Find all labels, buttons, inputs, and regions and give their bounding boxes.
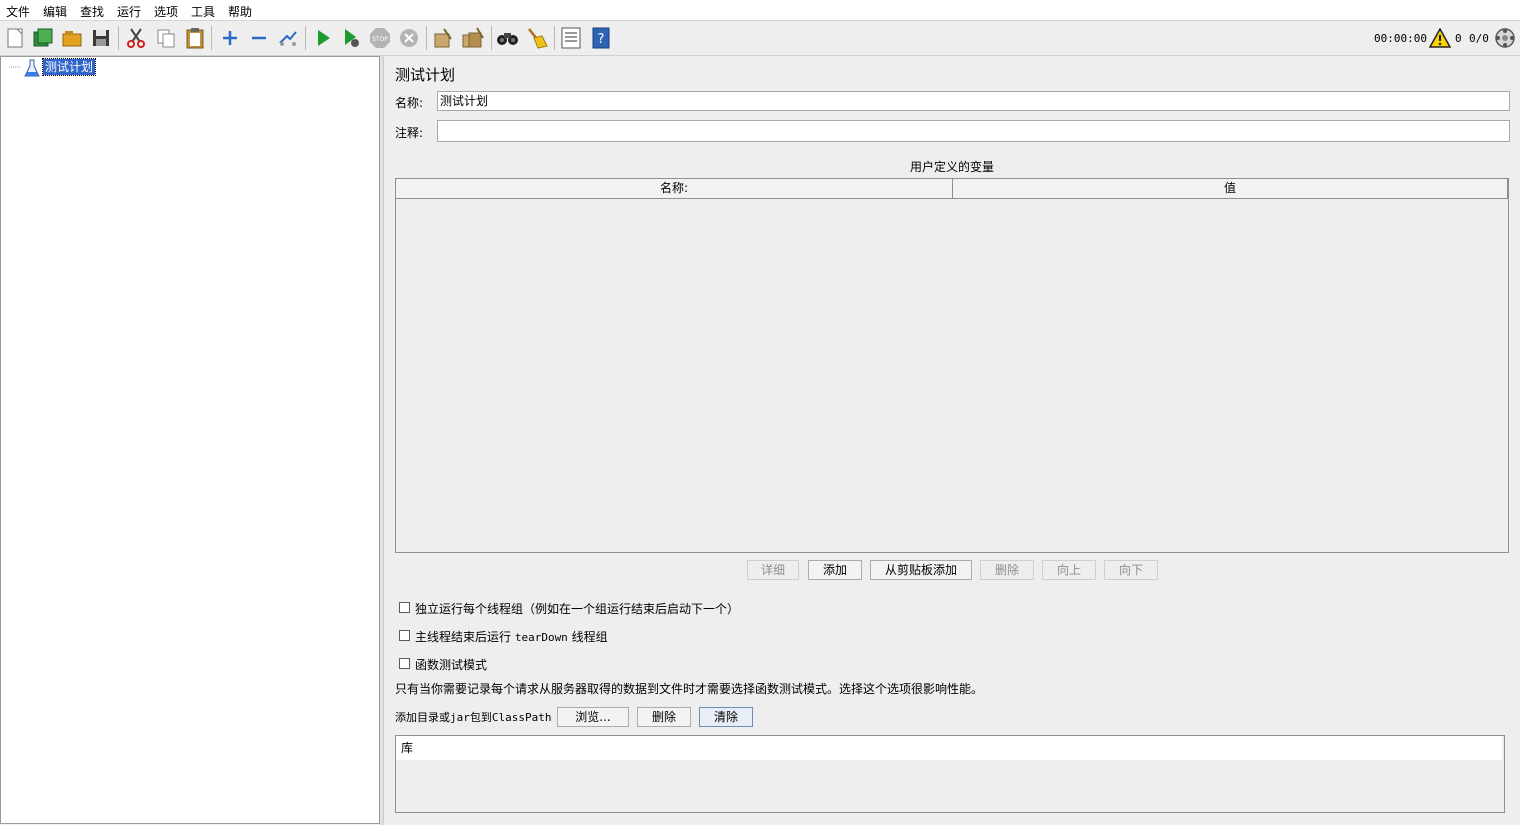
teardown-checkbox[interactable] [399,630,410,641]
test-plan-tree[interactable]: 测试计划 [0,56,380,824]
move-down-button[interactable]: 向下 [1104,560,1158,580]
classpath-library-table[interactable]: 库 [395,735,1505,813]
error-count: 0 [1455,32,1462,45]
functional-mode-checkbox[interactable] [399,658,410,669]
teardown-label: 主线程结束后运行 tearDown 线程组 [415,630,608,644]
column-header-name[interactable]: 名称: [396,179,953,199]
active-threads: 0/0 [1469,32,1489,45]
delete-button[interactable]: 删除 [980,560,1034,580]
flask-icon [24,59,40,80]
menu-tools[interactable]: 工具 [191,3,215,20]
cut-icon[interactable] [124,26,148,50]
serialize-threadgroups-checkbox[interactable] [399,602,410,613]
clear-all-icon[interactable] [461,26,485,50]
running-status-icon [1493,26,1517,50]
serialize-threadgroups-label: 独立运行每个线程组（例如在一个组运行结束后启动下一个） [415,602,740,616]
search-icon[interactable] [496,26,520,50]
classpath-delete-button[interactable]: 删除 [637,707,691,727]
classpath-label: 添加目录或jar包到ClassPath [395,711,552,724]
paste-icon[interactable] [183,26,207,50]
functional-mode-note: 只有当你需要记录每个请求从服务器取得的数据到文件时才需要选择函数测试模式。选择这… [395,682,984,696]
library-column-header: 库 [396,736,1502,760]
menu-edit[interactable]: 编辑 [43,3,67,20]
open-icon[interactable] [60,26,84,50]
new-icon[interactable] [3,26,27,50]
copy-icon[interactable] [154,26,178,50]
menu-help[interactable]: 帮助 [228,3,252,20]
classpath-clear-button[interactable]: 清除 [699,707,753,727]
shutdown-icon[interactable] [397,26,421,50]
detail-button[interactable]: 详细 [747,560,799,580]
add-button[interactable]: 添加 [808,560,862,580]
function-helper-icon[interactable] [559,26,583,50]
toolbar: STOP ? 00:00:00 0 0/0 [0,21,1520,56]
expand-icon[interactable] [218,26,242,50]
test-plan-editor: 测试计划 名称: 测试计划 注释: 用户定义的变量 名称: 值 详细 添加 从剪… [383,56,1520,825]
menu-bar: 文件 编辑 查找 运行 选项 工具 帮助 [0,0,1520,21]
start-icon[interactable] [311,26,335,50]
user-vars-title: 用户定义的变量 [909,160,994,174]
toggle-icon[interactable] [276,26,300,50]
reset-search-icon[interactable] [525,26,549,50]
collapse-icon[interactable] [247,26,271,50]
name-field[interactable]: 测试计划 [437,91,1510,111]
start-no-pause-icon[interactable] [339,26,363,50]
move-up-button[interactable]: 向上 [1042,560,1096,580]
svg-text:?: ? [598,32,605,47]
panel-title: 测试计划 [395,66,456,84]
warning-icon[interactable] [1428,26,1452,50]
save-icon[interactable] [89,26,113,50]
stop-icon[interactable]: STOP [368,26,392,50]
templates-icon[interactable] [31,26,55,50]
browse-button[interactable]: 浏览... [557,707,629,727]
functional-mode-label: 函数测试模式 [415,658,488,672]
column-header-value[interactable]: 值 [953,179,1508,199]
menu-run[interactable]: 运行 [117,3,141,20]
name-label: 名称: [395,96,424,110]
tree-node-test-plan[interactable]: 测试计划 [41,58,97,76]
svg-text:STOP: STOP [372,36,388,43]
user-vars-table[interactable]: 名称: 值 [395,178,1509,553]
menu-options[interactable]: 选项 [154,3,178,20]
comment-label: 注释: [395,126,424,140]
menu-file[interactable]: 文件 [6,3,30,20]
clear-icon[interactable] [431,26,455,50]
comment-field[interactable] [437,120,1510,142]
menu-search[interactable]: 查找 [80,3,104,20]
elapsed-timer: 00:00:00 [1374,32,1427,45]
help-icon[interactable]: ? [589,26,613,50]
add-from-clipboard-button[interactable]: 从剪贴板添加 [870,560,972,580]
